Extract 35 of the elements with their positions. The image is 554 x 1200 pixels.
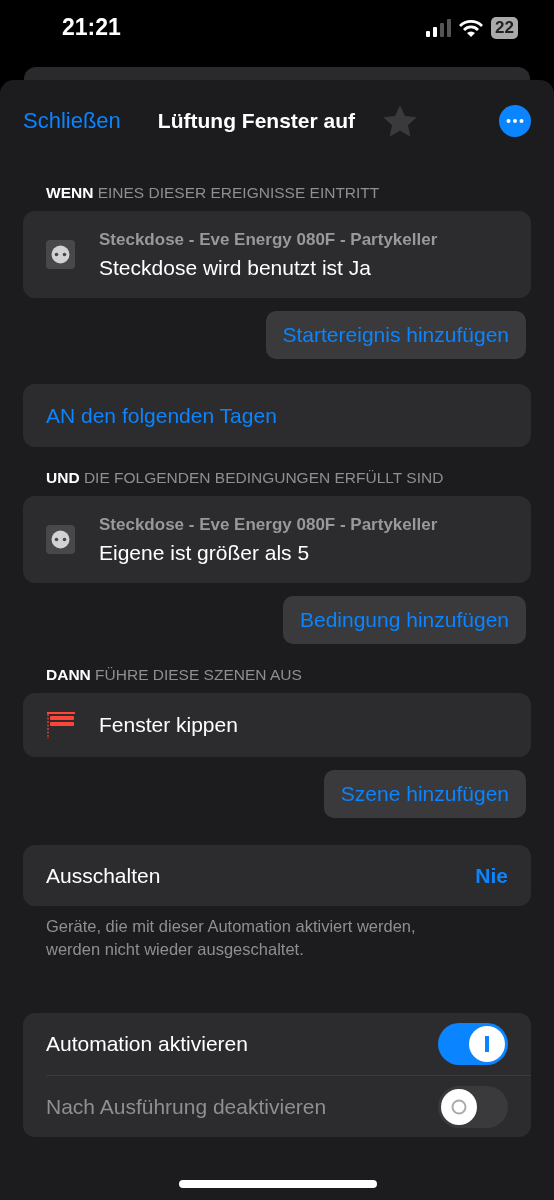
battery-level: 22 — [491, 16, 518, 39]
item-label: Eigene ist größer als 5 — [99, 540, 311, 565]
status-time: 21:21 — [62, 14, 121, 41]
days-link[interactable]: AN den folgenden Tagen — [23, 384, 531, 447]
add-button[interactable]: Szene hinzufügen — [323, 770, 526, 818]
turn-off-value: Nie — [475, 863, 508, 888]
automation-item-card[interactable]: Fenster kippen — [23, 693, 531, 757]
turn-off-note: Geräte, die mit dieser Automation aktiviert werden, werden nicht wieder ausgeschaltet. — [45, 916, 417, 960]
device-name: Steckdose - Eve Energy 080F - Partykeller — [99, 514, 438, 535]
turn-off-row[interactable]: Ausschalten Nie — [23, 845, 531, 906]
toggle-label: Automation aktivieren — [46, 1032, 248, 1056]
section-heading: UND DIE FOLGENDEN BEDINGUNGEN ERFÜLLT SIND — [45, 468, 445, 488]
signal-icon — [426, 18, 452, 37]
device-name: Steckdose - Eve Energy 080F - Partykeller — [99, 229, 438, 250]
turn-off-label: Ausschalten — [46, 863, 161, 888]
section-heading: WENN EINES DIESER EREIGNISSE EINTRITT — [45, 183, 381, 203]
toggle-label: Nach Ausführung deaktivieren — [46, 1094, 327, 1119]
automation-item-card[interactable]: Steckdose - Eve Energy 080F - Partykeller Steckdose wird benutzt ist Ja — [23, 211, 531, 298]
add-button[interactable]: Startereignis hinzufügen — [265, 311, 526, 359]
automation-title: Lüftung Fenster auf — [157, 109, 355, 133]
power-outlet-icon — [46, 525, 75, 554]
power-outlet-icon — [46, 240, 75, 269]
wifi-icon — [459, 18, 484, 37]
more-icon[interactable] — [499, 105, 531, 137]
off-mark-icon — [451, 1098, 467, 1115]
item-label: Steckdose wird benutzt ist Ja — [99, 255, 372, 280]
close-button[interactable]: Schließen — [23, 108, 121, 134]
on-mark-icon — [485, 1036, 489, 1052]
blinds-icon — [46, 710, 75, 740]
item-label: Fenster kippen — [99, 713, 238, 737]
toggle-switch[interactable] — [438, 1023, 508, 1065]
automation-item-card[interactable]: Steckdose - Eve Energy 080F - Partykeller Eigene ist größer als 5 — [23, 496, 531, 583]
star-icon[interactable] — [383, 104, 417, 138]
add-button[interactable]: Bedingung hinzufügen — [283, 596, 526, 644]
section-heading: DANN FÜHRE DIESE SZENEN AUS — [45, 665, 303, 685]
